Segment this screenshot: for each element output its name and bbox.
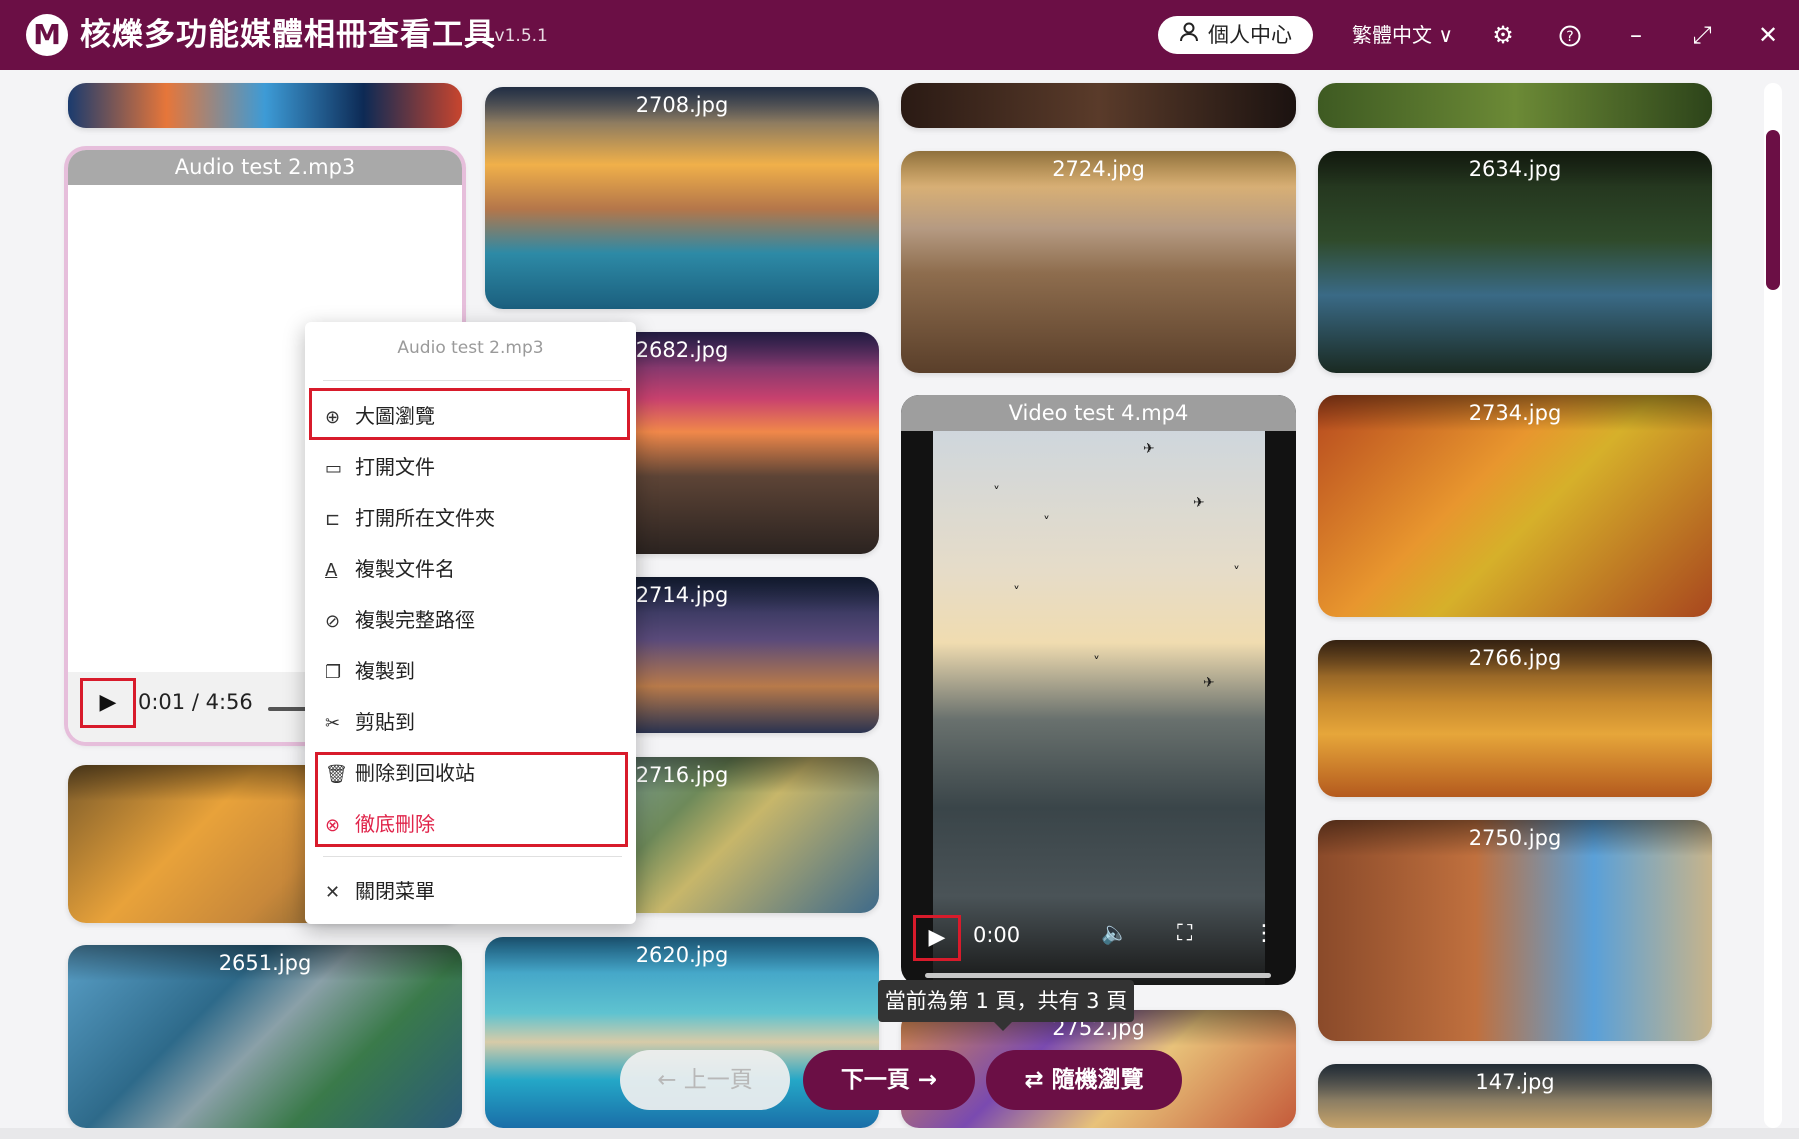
- folder-open-icon: ⊏: [325, 509, 341, 530]
- gear-icon[interactable]: ⚙: [1484, 16, 1522, 54]
- link-icon: ⊘: [325, 611, 341, 632]
- tile-label: 2750.jpg: [1318, 820, 1712, 856]
- menu-divider: [323, 856, 622, 857]
- context-menu-title: Audio test 2.mp3: [397, 338, 544, 358]
- scissors-icon: ✂: [325, 713, 341, 734]
- media-tile[interactable]: 2750.jpg: [1318, 820, 1712, 1041]
- tile-label: 2724.jpg: [901, 151, 1296, 187]
- menu-item-open-file[interactable]: ▭ 打開文件: [325, 451, 435, 483]
- tile-label: 2708.jpg: [485, 87, 879, 123]
- video-controls: ▶ 0:00 🔈 ⛶ ⋮: [901, 875, 1296, 985]
- context-menu: Audio test 2.mp3 ⊕ 大圖瀏覽 ▭ 打開文件 ⊏ 打開所在文件夾 A複…: [305, 322, 636, 924]
- tile-label: 2651.jpg: [68, 945, 462, 981]
- tile-label: 2620.jpg: [485, 937, 879, 973]
- menu-item-move-to[interactable]: ✂ 剪貼到: [325, 706, 415, 738]
- tile-label: 2734.jpg: [1318, 395, 1712, 431]
- app-title: 核爍多功能媒體相冊查看工具: [80, 17, 496, 53]
- volume-icon[interactable]: 🔈: [1101, 921, 1128, 946]
- media-tile-partial[interactable]: [1318, 83, 1712, 128]
- media-tile[interactable]: 2734.jpg: [1318, 395, 1712, 617]
- copy-icon: ❐: [325, 662, 342, 683]
- video-time: 0:00: [973, 923, 1021, 947]
- media-tile-partial[interactable]: [901, 83, 1296, 128]
- media-tile[interactable]: 2766.jpg: [1318, 640, 1712, 797]
- user-icon: [1180, 16, 1198, 54]
- text-icon: A: [325, 560, 338, 581]
- video-tile[interactable]: ✈ ˅ ✈ ˅ ˅ ˅ ˅ ✈ Video test 4.mp4 ▶ 0:00 …: [901, 395, 1296, 985]
- help-icon[interactable]: ?: [1551, 16, 1589, 54]
- user-center-button[interactable]: 個人中心: [1158, 16, 1313, 54]
- media-tile[interactable]: 2651.jpg: [68, 945, 462, 1128]
- svg-text:?: ?: [1566, 29, 1573, 45]
- maximize-icon[interactable]: ⤢: [1683, 16, 1721, 54]
- menu-item-close-menu[interactable]: ✕ 關閉菜單: [325, 875, 435, 907]
- tile-label: Video test 4.mp4: [901, 395, 1296, 431]
- app-logo: M: [26, 14, 68, 56]
- monitor-icon: ▭: [325, 458, 343, 479]
- app-version: - v1.5.1: [483, 26, 548, 46]
- more-options-icon[interactable]: ⋮: [1253, 921, 1275, 946]
- window-bottom-edge: [0, 1128, 1799, 1139]
- audio-time: 0:01 / 4:56: [138, 690, 253, 714]
- video-play-button[interactable]: ▶: [913, 915, 961, 961]
- tile-label: 147.jpg: [1318, 1064, 1712, 1100]
- prev-page-button[interactable]: ← 上一頁: [620, 1050, 790, 1110]
- media-tile[interactable]: 2724.jpg: [901, 151, 1296, 373]
- random-browse-button[interactable]: ⇄ 隨機瀏覽: [986, 1050, 1182, 1110]
- media-tile-partial[interactable]: [68, 83, 462, 128]
- highlight-frame: [309, 388, 630, 440]
- highlight-frame: [315, 752, 628, 847]
- next-page-button[interactable]: 下一頁 →: [803, 1050, 975, 1110]
- fullscreen-icon[interactable]: ⛶: [1177, 921, 1192, 946]
- tile-label: Audio test 2.mp3: [68, 150, 462, 185]
- menu-item-copy-filename[interactable]: A 複製文件名: [325, 553, 455, 585]
- menu-item-open-folder[interactable]: ⊏ 打開所在文件夾: [325, 502, 495, 534]
- close-icon[interactable]: ✕: [1749, 16, 1787, 54]
- page-info-tooltip: 當前為第 1 頁，共有 3 頁: [878, 980, 1134, 1031]
- menu-item-copy-path[interactable]: ⊘ 複製完整路徑: [325, 604, 475, 636]
- scrollbar-thumb[interactable]: [1766, 130, 1780, 290]
- video-progress-bar[interactable]: [925, 973, 1271, 978]
- menu-divider: [323, 380, 622, 381]
- close-icon: ✕: [325, 882, 341, 903]
- title-bar: M 核爍多功能媒體相冊查看工具 - v1.5.1 個人中心 繁體中文 ∨ ⚙ ?…: [0, 0, 1799, 70]
- tile-label: 2766.jpg: [1318, 640, 1712, 676]
- media-tile[interactable]: 147.jpg: [1318, 1064, 1712, 1128]
- language-select[interactable]: 繁體中文 ∨: [1352, 20, 1453, 50]
- tile-label: 2634.jpg: [1318, 151, 1712, 187]
- media-tile[interactable]: 2634.jpg: [1318, 151, 1712, 373]
- audio-play-button[interactable]: ▶: [80, 678, 136, 728]
- menu-item-copy-to[interactable]: ❐ 複製到: [325, 655, 415, 687]
- media-tile[interactable]: 2708.jpg: [485, 87, 879, 309]
- user-center-label: 個人中心: [1208, 23, 1292, 47]
- minimize-icon[interactable]: –: [1617, 16, 1655, 54]
